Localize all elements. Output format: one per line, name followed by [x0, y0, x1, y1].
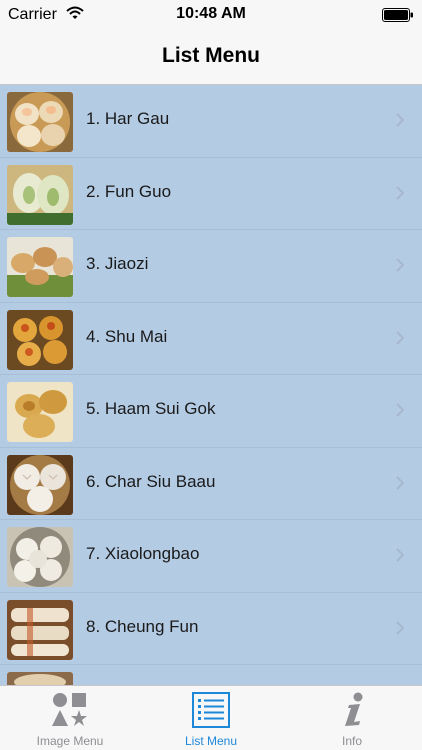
tab-label: Image Menu — [36, 734, 104, 748]
chevron-right-icon — [396, 113, 404, 127]
chevron-right-icon — [396, 403, 404, 417]
list-item[interactable]: 3. Jiaozi — [0, 230, 422, 303]
list-item[interactable]: 7. Xiaolongbao — [0, 520, 422, 593]
cheung-fun-photo — [7, 599, 73, 660]
jiaozi-photo — [7, 237, 73, 297]
shu-mai-photo — [7, 309, 73, 370]
tab-list-menu[interactable]: List Menu — [141, 686, 281, 750]
shapes-icon — [52, 693, 87, 726]
dim-sum-list[interactable]: 1. Har Gau 2. Fun Guo 3. Jiaozi 4. Shu M… — [0, 85, 422, 685]
list-item[interactable]: 8. Cheung Fun — [0, 593, 422, 665]
status-bar: Carrier 10:48 AM — [0, 0, 422, 30]
xiaolongbao-photo — [7, 527, 73, 587]
list-item[interactable]: 5. Haam Sui Gok — [0, 375, 422, 448]
chevron-right-icon — [396, 548, 404, 562]
item-label: 1. Har Gau — [86, 109, 170, 128]
har-gau-photo — [7, 92, 73, 152]
list-item[interactable]: 2. Fun Guo — [0, 158, 422, 230]
battery-icon — [382, 8, 413, 22]
item-label: 3. Jiaozi — [86, 254, 149, 273]
list-item[interactable]: 4. Shu Mai — [0, 303, 422, 375]
item-label: 5. Haam Sui Gok — [86, 399, 216, 418]
fun-guo-photo — [7, 164, 73, 225]
chevron-right-icon — [396, 620, 404, 635]
char-siu-baau-photo — [7, 454, 73, 515]
page-title: List Menu — [162, 44, 260, 67]
navigation-bar: List Menu — [0, 30, 422, 85]
tab-bar: Image Menu List Menu Info — [0, 685, 422, 750]
list-item[interactable] — [0, 665, 422, 685]
chevron-right-icon — [396, 185, 404, 200]
list-item[interactable]: 6. Char Siu Baau — [0, 448, 422, 520]
tab-label: List Menu — [184, 734, 238, 748]
tab-label: Info — [341, 734, 362, 748]
list-icon — [192, 692, 230, 728]
item-label: 6. Char Siu Baau — [86, 471, 216, 491]
chevron-right-icon — [396, 330, 404, 345]
item-label: 7. Xiaolongbao — [86, 544, 200, 563]
tab-image-menu[interactable]: Image Menu — [0, 686, 140, 750]
haam-sui-gok-photo — [7, 382, 73, 442]
chevron-right-icon — [396, 475, 404, 490]
item-label: 8. Cheung Fun — [86, 616, 199, 636]
chevron-right-icon — [396, 258, 404, 272]
partial-dish-photo — [7, 672, 73, 685]
tab-info[interactable]: Info — [282, 686, 422, 750]
list-item[interactable]: 1. Har Gau — [0, 85, 422, 158]
item-label: 2. Fun Guo — [86, 181, 172, 201]
item-label: 4. Shu Mai — [86, 326, 168, 346]
info-icon — [345, 692, 363, 726]
status-time: 10:48 AM — [176, 5, 246, 22]
